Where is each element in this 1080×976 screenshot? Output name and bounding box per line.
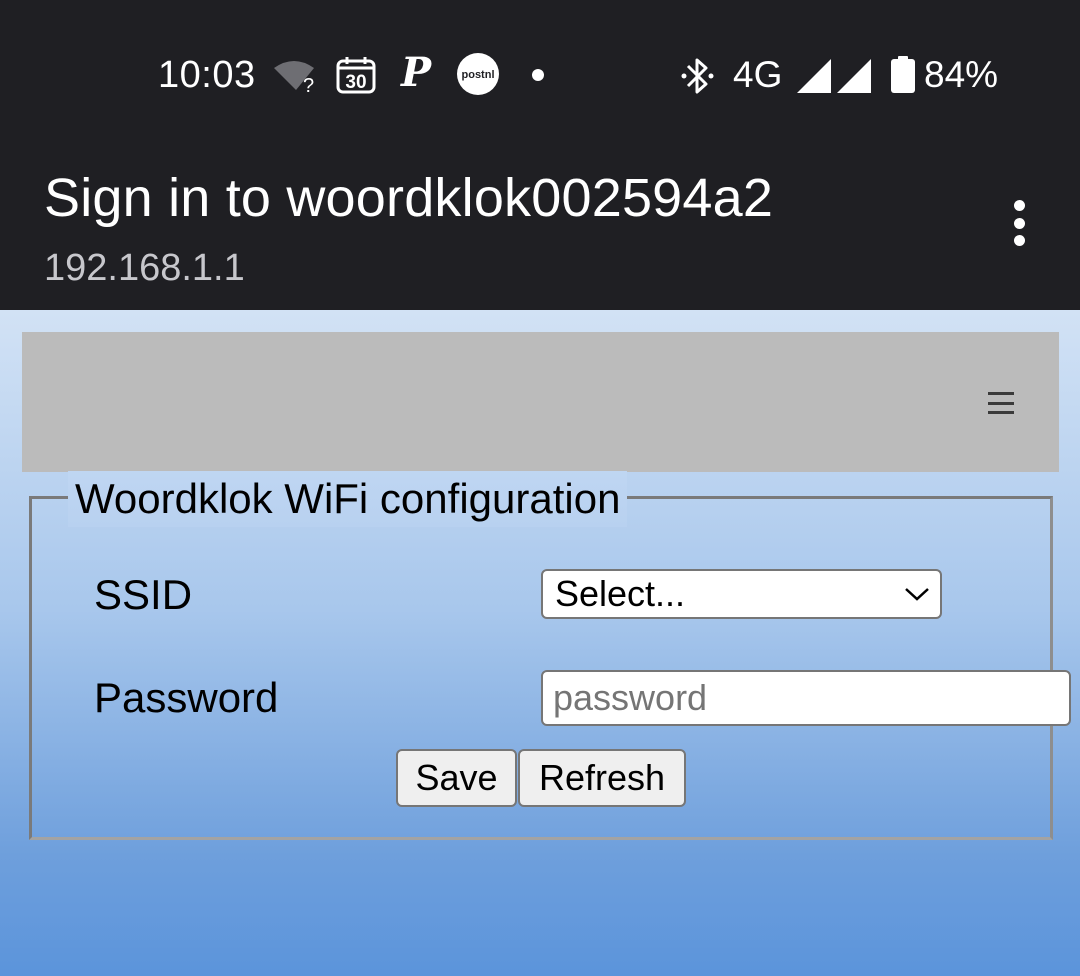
- battery-icon: [891, 56, 915, 93]
- battery-percentage: 84%: [924, 54, 999, 95]
- menu-dot: [1013, 235, 1025, 246]
- save-button[interactable]: Save: [396, 749, 517, 807]
- ssid-selected-value: Select...: [555, 573, 686, 614]
- menu-dot: [1013, 217, 1025, 229]
- network-type-label: 4G: [733, 54, 783, 95]
- site-top-bar: [22, 332, 1059, 472]
- password-label: Password: [94, 674, 279, 721]
- chevron-down-icon: [905, 588, 929, 601]
- hamburger-menu-icon[interactable]: [988, 392, 1014, 414]
- refresh-button[interactable]: Refresh: [518, 749, 686, 807]
- status-time: 10:03: [158, 54, 256, 96]
- postnl-icon: postnl: [457, 53, 499, 95]
- hamburger-line: [988, 411, 1014, 414]
- hamburger-line: [988, 401, 1014, 405]
- signal-icon: [797, 59, 831, 93]
- signal-icon: [837, 59, 871, 93]
- page-url: 192.168.1.1: [44, 247, 245, 289]
- calendar-day: 30: [345, 72, 366, 93]
- ssid-select[interactable]: Select...: [541, 569, 942, 619]
- notification-dot-icon: [532, 69, 544, 81]
- web-content: Woordklok WiFi configuration SSID Select…: [0, 310, 1080, 976]
- ssid-label: SSID: [94, 571, 193, 618]
- menu-dot: [1013, 200, 1025, 211]
- svg-text:?: ?: [303, 75, 314, 94]
- bluetooth-icon: [681, 58, 714, 94]
- hamburger-line: [988, 392, 1014, 395]
- calendar-icon: 30: [336, 57, 376, 94]
- password-field[interactable]: [541, 670, 1071, 726]
- system-status-bar: 10:03 ? 30 P postnl 4G 84% Sign in to wo…: [0, 0, 1080, 228]
- postnl-logo-text: postnl: [462, 69, 495, 81]
- wifi-question-icon: ?: [274, 61, 314, 94]
- page-title: Sign in to woordklok002594a2: [44, 168, 774, 228]
- fieldset-legend: Woordklok WiFi configuration: [68, 471, 628, 527]
- wifi-config-fieldset: Woordklok WiFi configuration SSID Select…: [29, 471, 1071, 840]
- p-app-icon: P: [400, 49, 432, 96]
- more-vert-icon[interactable]: [998, 196, 1040, 250]
